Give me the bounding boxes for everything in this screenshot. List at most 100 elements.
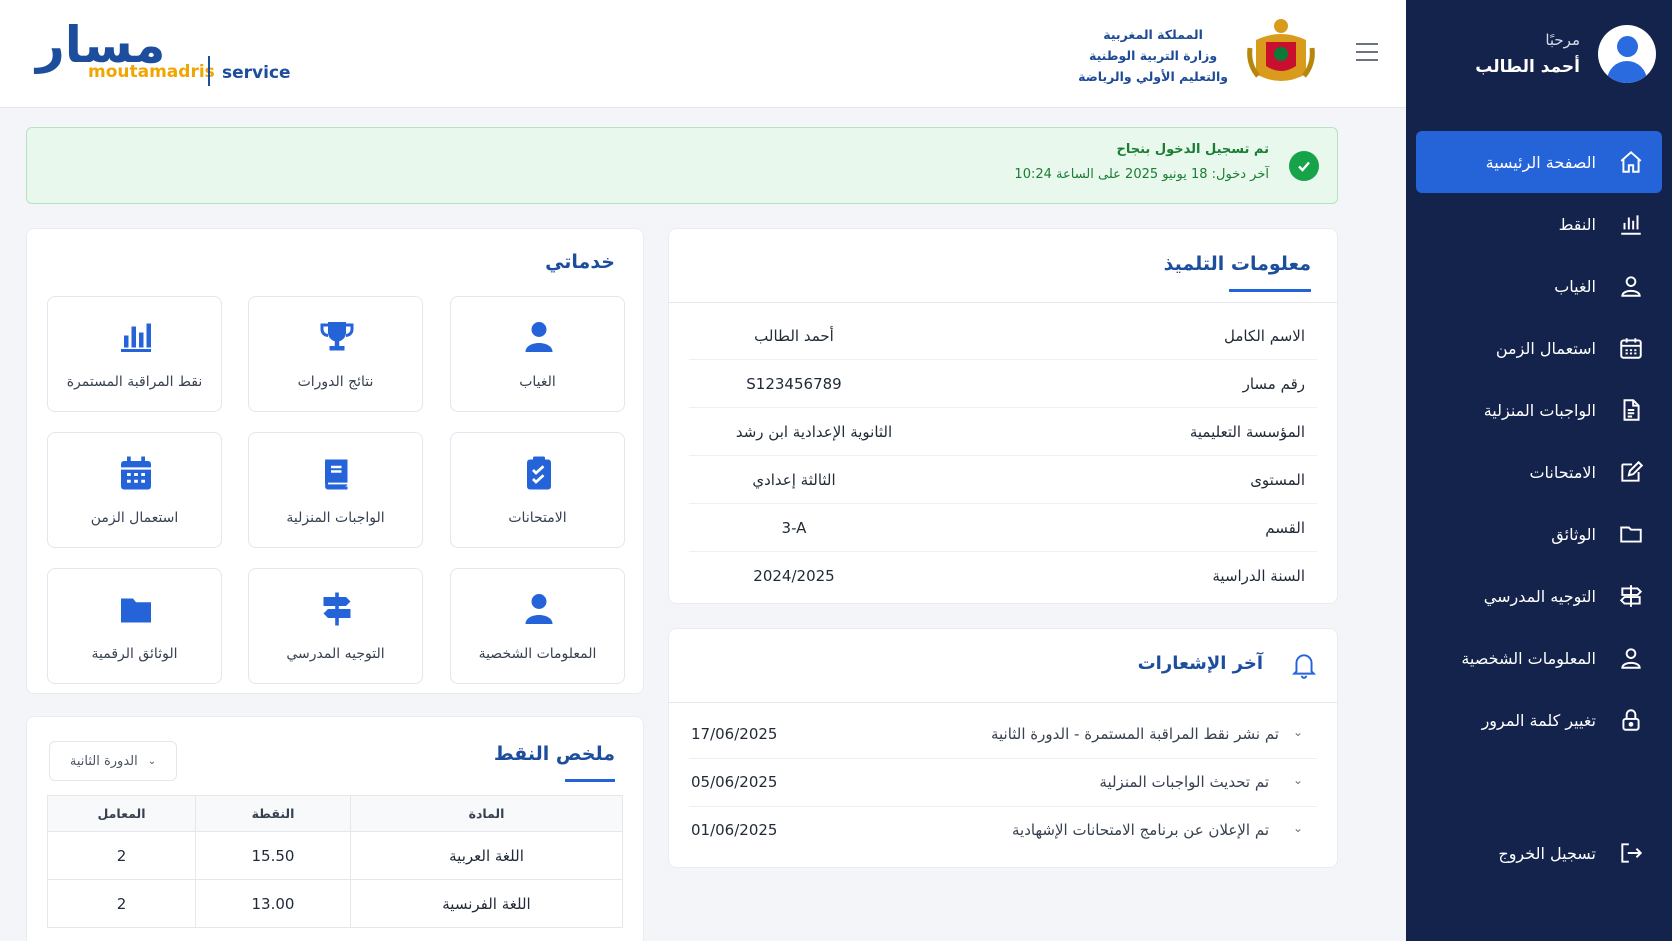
service-label: الواجبات المنزلية (286, 510, 385, 526)
sidebar: مرحبًا أحمد الطالب الصفحة الرئيسية النقط… (1406, 0, 1672, 941)
greeting-text: مرحبًا (1545, 31, 1580, 49)
logo-divider (208, 56, 210, 86)
info-row-school-year: السنة الدراسية 2024/2025 (689, 552, 1317, 600)
login-success-alert: تم تسجيل الدخول بنجاح آخر دخول: 18 يونيو… (26, 127, 1338, 204)
logout-icon (1621, 843, 1643, 863)
info-row-level: المستوى الثالثة إعدادي (689, 456, 1317, 504)
top-header: مسار moutamadris service المملكة المغربي… (0, 0, 1406, 108)
folder-icon (1620, 526, 1642, 543)
sidebar-item-label: النقط (1558, 214, 1596, 234)
service-orientation[interactable]: التوجيه المدرسي (248, 568, 423, 684)
column-header: المادة (350, 795, 623, 832)
edit-icon (1621, 460, 1644, 482)
sidebar-item-label: استعمال الزمن (1495, 338, 1596, 358)
student-info-title: معلومات التلميذ (1163, 253, 1311, 275)
notification-item[interactable]: ⌄ تم تحديث الواجبات المنزلية 05/06/2025 (689, 759, 1317, 807)
info-value: أحمد الطالب (754, 326, 834, 345)
user-name: أحمد الطالب (1475, 57, 1580, 77)
sidebar-item-timetable[interactable]: استعمال الزمن (1416, 317, 1662, 379)
column-header: المعامل (47, 795, 196, 832)
service-label: التوجيه المدرسي (286, 646, 385, 662)
avatar[interactable] (1598, 25, 1656, 83)
session-select-value: الدورة الثانية (69, 753, 138, 769)
services-card: خدماتي الغياب نتائج الدورات نقط المراقبة… (26, 228, 644, 694)
subject-cell: اللغة الفرنسية (350, 879, 623, 928)
service-absences[interactable]: الغياب (450, 296, 625, 412)
logout-label: تسجيل الخروج (1498, 843, 1596, 863)
sidebar-item-documents[interactable]: الوثائق (1416, 503, 1662, 565)
ministry-title: المملكة المغربية وزارة التربية الوطنية و… (1078, 24, 1228, 87)
logo-service-text: service (222, 63, 291, 83)
subject-cell: اللغة العربية (350, 831, 623, 880)
notification-message: تم نشر نقط المراقبة المستمرة - الدورة ال… (990, 725, 1279, 743)
sidebar-item-exams[interactable]: الامتحانات (1416, 441, 1662, 503)
sidebar-item-personal-info[interactable]: المعلومات الشخصية (1416, 627, 1662, 689)
info-label: السنة الدراسية (1212, 567, 1305, 585)
sidebar-item-grades[interactable]: النقط (1416, 193, 1662, 255)
service-session-results[interactable]: نتائج الدورات (248, 296, 423, 412)
services-title: خدماتي (545, 251, 615, 273)
ministry-line-2: وزارة التربية الوطنية (1088, 48, 1218, 63)
sidebar-item-orientation[interactable]: التوجيه المدرسي (1416, 565, 1662, 627)
service-label: المعلومات الشخصية (478, 646, 597, 662)
grades-title-underline (565, 779, 615, 782)
grade-cell: 13.00 (195, 879, 351, 928)
table-header-row: المعامل النقطة المادة (47, 795, 623, 832)
service-timetable[interactable]: استعمال الزمن (47, 432, 222, 548)
coat-of-arms-icon (1247, 19, 1315, 81)
service-digital-documents[interactable]: الوثائق الرقمية (47, 568, 222, 684)
service-continuous-grades[interactable]: نقط المراقبة المستمرة (47, 296, 222, 412)
grades-summary-card: ملخص النقط الدورة الثانية ⌄ المعامل النق… (26, 716, 644, 941)
notification-date: 05/06/2025 (691, 773, 778, 791)
logo-brand-text: moutamadris (88, 62, 215, 82)
chevron-down-icon[interactable]: ⌄ (1293, 821, 1303, 835)
logout-button[interactable]: تسجيل الخروج (1498, 840, 1644, 866)
signpost-icon (1619, 585, 1643, 607)
table-row: 2 13.00 اللغة الفرنسية (47, 879, 623, 928)
notification-item[interactable]: ⌄ تم الإعلان عن برنامج الامتحانات الإشها… (689, 807, 1317, 855)
sidebar-item-label: الوثائق (1551, 524, 1596, 544)
info-value: الثالثة إعدادي (752, 470, 836, 489)
signpost-icon (323, 592, 351, 626)
check-circle-icon (1289, 151, 1319, 181)
sidebar-item-label: التوجيه المدرسي (1483, 586, 1596, 606)
sidebar-item-label: المعلومات الشخصية (1461, 648, 1596, 668)
service-label: نقط المراقبة المستمرة (66, 374, 203, 390)
chevron-down-icon[interactable]: ⌄ (1293, 725, 1303, 739)
calendar-icon (121, 456, 151, 490)
user-profile[interactable]: مرحبًا أحمد الطالب (1406, 0, 1672, 108)
sidebar-item-absences[interactable]: الغياب (1416, 255, 1662, 317)
notification-date: 01/06/2025 (691, 821, 778, 839)
info-label: المؤسسة التعليمية (1189, 422, 1305, 441)
user-icon (525, 594, 553, 624)
ministry-line-1: المملكة المغربية (1103, 27, 1203, 42)
book-icon (325, 459, 348, 490)
notification-message: تم تحديث الواجبات المنزلية (1099, 773, 1269, 791)
chevron-down-icon: ⌄ (147, 755, 157, 767)
sidebar-item-home[interactable]: الصفحة الرئيسية (1416, 131, 1662, 193)
sidebar-item-homework[interactable]: الواجبات المنزلية (1416, 379, 1662, 441)
notifications-title: آخر الإشعارات (1137, 653, 1263, 674)
notifications-card: آخر الإشعارات ⌄ تم نشر نقط المراقبة المس… (668, 628, 1338, 868)
notification-item[interactable]: ⌄ تم نشر نقط المراقبة المستمرة - الدورة … (689, 711, 1317, 759)
service-label: نتائج الدورات (297, 374, 374, 390)
service-personal-info[interactable]: المعلومات الشخصية (450, 568, 625, 684)
folder-icon (121, 598, 151, 623)
sidebar-item-change-password[interactable]: تغيير كلمة المرور (1416, 689, 1662, 751)
sidebar-item-label: تغيير كلمة المرور (1481, 710, 1596, 730)
info-row-school: المؤسسة التعليمية الثانوية الإعدادية ابن… (689, 408, 1317, 456)
menu-toggle-icon[interactable] (1356, 43, 1378, 61)
bar-chart-icon (1621, 215, 1641, 235)
info-label: رقم مسار (1242, 374, 1305, 393)
bell-icon[interactable] (1291, 651, 1317, 679)
service-label: الغياب (519, 374, 556, 390)
sidebar-item-label: الصفحة الرئيسية (1485, 152, 1596, 172)
column-header: النقطة (195, 795, 351, 832)
sidebar-nav: الصفحة الرئيسية النقط الغياب استعمال الز… (1416, 131, 1662, 751)
bar-chart-icon (121, 323, 151, 352)
service-exams[interactable]: الامتحانات (450, 432, 625, 548)
alert-subtitle: آخر دخول: 18 يونيو 2025 على الساعة 10:24 (1014, 167, 1269, 182)
chevron-down-icon[interactable]: ⌄ (1293, 773, 1303, 787)
service-homework[interactable]: الواجبات المنزلية (248, 432, 423, 548)
session-select[interactable]: الدورة الثانية ⌄ (49, 741, 177, 781)
